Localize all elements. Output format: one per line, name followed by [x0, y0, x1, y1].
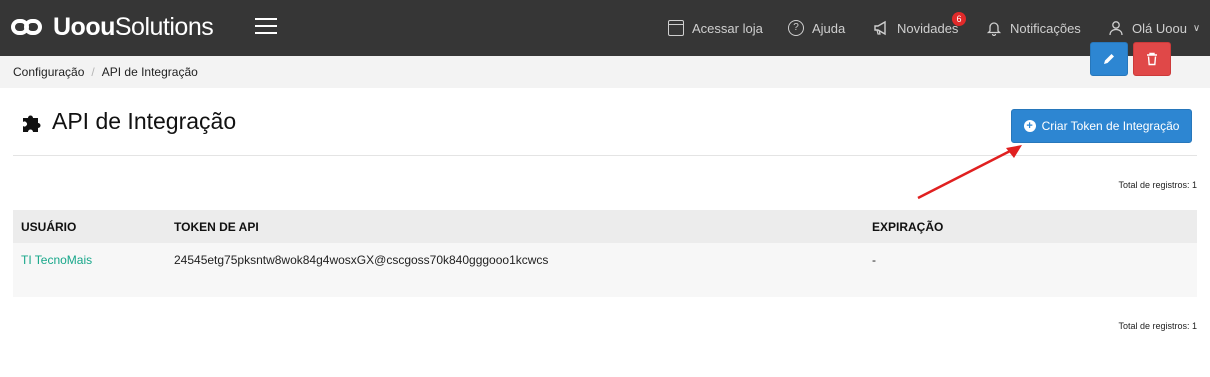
column-header-token: TOKEN DE API [174, 220, 259, 234]
total-records-top: Total de registros: 1 [1118, 180, 1197, 190]
row-token: 24545etg75pksntw8wok84g4wosxGX@cscgoss70… [174, 253, 549, 267]
brand-name-bold: Uoou [53, 12, 115, 41]
header-divider [13, 155, 1197, 156]
nav-store-link[interactable]: Acessar loja [668, 0, 763, 56]
total-records-bottom: Total de registros: 1 [1118, 321, 1197, 331]
puzzle-icon [23, 115, 41, 132]
table-row: TI TecnoMais 24545etg75pksntw8wok84g4wos… [13, 243, 1197, 297]
nav-news-link[interactable]: Novidades [873, 0, 958, 56]
breadcrumb-item-current: API de Integração [101, 65, 198, 79]
breadcrumb: Configuração / API de Integração [0, 56, 1210, 88]
user-icon [1108, 20, 1124, 36]
plus-circle-icon: + [1023, 120, 1036, 132]
page-title-text: API de Integração [52, 108, 237, 134]
nav-store-label: Acessar loja [692, 20, 763, 36]
annotation-arrow-icon [917, 145, 1022, 200]
megaphone-icon [873, 20, 889, 36]
nav-help-link[interactable]: ? Ajuda [788, 0, 845, 56]
brand-name: UoouSolutions [53, 12, 214, 42]
breadcrumb-item-configuracao[interactable]: Configuração [13, 65, 84, 79]
trash-icon [1147, 52, 1157, 66]
nav-help-label: Ajuda [812, 20, 846, 36]
create-token-label: Criar Token de Integração [1041, 119, 1180, 133]
edit-token-button[interactable] [1090, 42, 1128, 76]
brand-name-regular: Solutions [114, 12, 214, 41]
nav-notifications-label: Notificações [1010, 20, 1081, 36]
help-icon: ? [788, 20, 804, 36]
delete-token-button[interactable] [1133, 42, 1171, 76]
nav-news-label: Novidades [897, 20, 959, 36]
row-expiration: - [872, 253, 876, 267]
bell-icon [986, 20, 1002, 36]
menu-icon[interactable] [255, 18, 277, 34]
breadcrumb-separator: / [91, 65, 95, 79]
logo-mark-icon [11, 16, 45, 38]
store-icon [668, 20, 684, 36]
user-menu-label: Olá Uoou [1132, 20, 1187, 36]
create-token-button[interactable]: + Criar Token de Integração [1011, 109, 1192, 143]
pencil-icon [1104, 54, 1114, 64]
tokens-table: USUÁRIO TOKEN DE API EXPIRAÇÃO TI TecnoM… [13, 210, 1197, 297]
column-header-user: USUÁRIO [21, 220, 77, 234]
top-navbar: UoouSolutions Acessar loja ? Ajuda Novid… [0, 0, 1210, 56]
nav-notifications-link[interactable]: Notificações [986, 0, 1081, 56]
page-title: API de Integração [21, 108, 236, 135]
brand-logo[interactable]: UoouSolutions [11, 12, 214, 42]
chevron-down-icon: ∨ [1192, 22, 1201, 34]
news-count-badge: 6 [952, 12, 966, 26]
table-header: USUÁRIO TOKEN DE API EXPIRAÇÃO [13, 210, 1197, 243]
column-header-expiration: EXPIRAÇÃO [872, 220, 944, 234]
row-user-link[interactable]: TI TecnoMais [21, 253, 92, 267]
